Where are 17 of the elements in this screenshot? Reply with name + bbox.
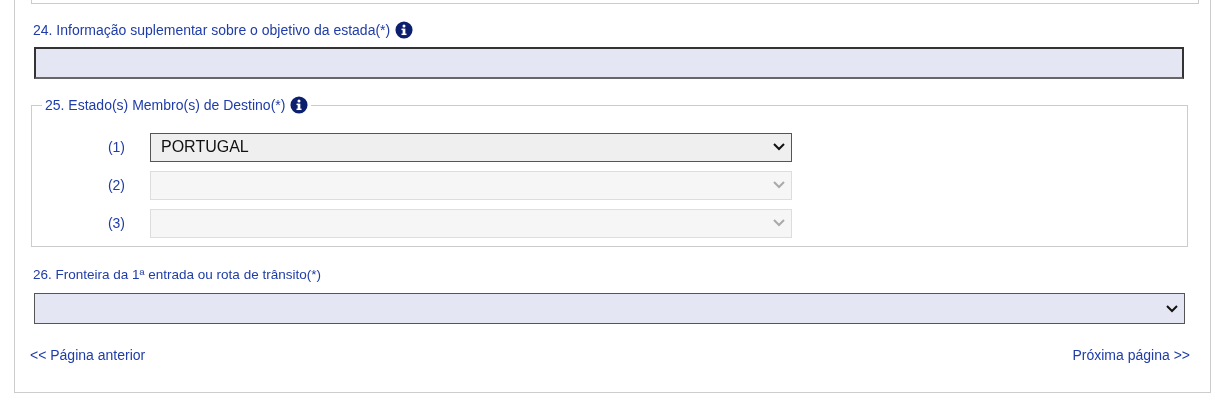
row-index: (3) xyxy=(106,215,126,231)
chevron-icon xyxy=(773,181,785,189)
country-dropdown[interactable]: PORTUGAL xyxy=(150,132,792,162)
info-icon[interactable] xyxy=(290,96,309,114)
border-dropdown[interactable] xyxy=(34,293,1185,324)
fieldset-legend: 25. Estado(s) Membro(s) de Destino(*) xyxy=(45,97,286,113)
info-icon[interactable] xyxy=(395,21,414,39)
row-index: (2) xyxy=(106,177,126,193)
chevron-icon xyxy=(773,219,785,227)
field-label: 24. Informação suplementar sobre o objetivo da estada(*) xyxy=(33,22,391,38)
row-index: (1) xyxy=(106,139,126,155)
previous-page-link[interactable]: << Página anterior xyxy=(30,347,146,363)
chevron-icon xyxy=(1166,304,1178,313)
field-label: 26. Fronteira da 1ª entrada ou rota de trânsito(*) xyxy=(33,266,321,282)
chevron-icon xyxy=(773,143,785,151)
input-field[interactable] xyxy=(34,47,1184,79)
next-page-link[interactable]: Próxima página >> xyxy=(1072,347,1190,363)
